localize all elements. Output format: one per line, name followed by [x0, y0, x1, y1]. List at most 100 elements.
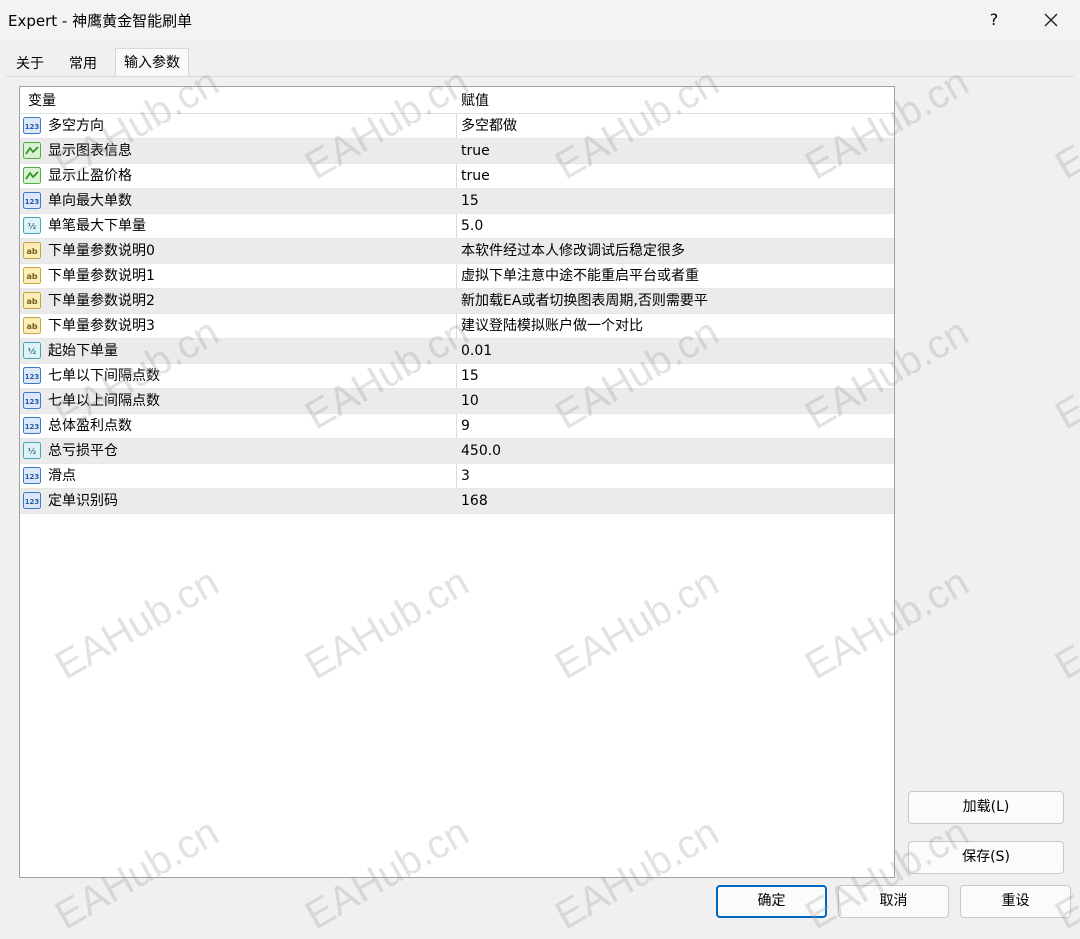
- header-value[interactable]: 赋值: [461, 87, 489, 113]
- svg-text:123: 123: [25, 498, 40, 506]
- param-value[interactable]: 3: [461, 464, 470, 489]
- table-row[interactable]: ½ 起始下单量 0.01: [20, 339, 894, 364]
- table-row[interactable]: 123 定单识别码 168: [20, 489, 894, 514]
- param-value[interactable]: true: [461, 164, 490, 189]
- table-row[interactable]: ab 下单量参数说明1 虚拟下单注意中途不能重启平台或者重: [20, 264, 894, 289]
- param-name: 下单量参数说明1: [48, 268, 155, 284]
- param-value[interactable]: true: [461, 139, 490, 164]
- load-button-label: 加载(L): [962, 799, 1010, 815]
- reset-button-label: 重设: [1001, 893, 1030, 909]
- string-type-icon: ab: [23, 242, 41, 259]
- param-name: 显示止盈价格: [48, 168, 132, 184]
- table-row[interactable]: 123 七单以下间隔点数 15: [20, 364, 894, 389]
- param-value[interactable]: 本软件经过本人修改调试后稳定很多: [461, 239, 685, 264]
- tab-about[interactable]: 关于: [8, 52, 52, 76]
- title-bar: Expert - 神鹰黄金智能刷单 ?: [0, 0, 1080, 40]
- param-name: 下单量参数说明3: [48, 318, 155, 334]
- param-value[interactable]: 450.0: [461, 439, 501, 464]
- svg-text:½: ½: [28, 221, 36, 231]
- tab-inputs[interactable]: 输入参数: [115, 48, 189, 77]
- svg-text:ab: ab: [26, 322, 37, 331]
- param-value[interactable]: 多空都做: [461, 114, 517, 139]
- header-variable[interactable]: 变量: [28, 87, 56, 113]
- help-button[interactable]: ?: [978, 4, 1010, 36]
- svg-text:123: 123: [25, 398, 40, 406]
- integer-type-icon: 123: [23, 367, 41, 384]
- string-type-icon: ab: [23, 292, 41, 309]
- tab-panel-border: [6, 76, 1074, 77]
- watermark-text: EAHub.cn: [1048, 59, 1080, 189]
- param-name: 显示图表信息: [48, 143, 132, 159]
- param-name: 起始下单量: [48, 343, 118, 359]
- table-row[interactable]: ab 下单量参数说明2 新加载EA或者切换图表周期,否则需要平: [20, 289, 894, 314]
- double-type-icon: ½: [23, 342, 41, 359]
- reset-button[interactable]: 重设: [960, 885, 1071, 918]
- close-button[interactable]: [1034, 4, 1068, 36]
- svg-text:123: 123: [25, 473, 40, 481]
- grid-header: 变量 赋值: [20, 87, 894, 114]
- ok-button-label: 确定: [757, 893, 786, 909]
- integer-type-icon: 123: [23, 392, 41, 409]
- svg-text:123: 123: [25, 123, 40, 131]
- svg-text:ab: ab: [26, 247, 37, 256]
- param-name: 七单以上间隔点数: [48, 393, 160, 409]
- param-name: 下单量参数说明0: [48, 243, 155, 259]
- param-name: 下单量参数说明2: [48, 293, 155, 309]
- param-value[interactable]: 5.0: [461, 214, 483, 239]
- svg-text:123: 123: [25, 373, 40, 381]
- string-type-icon: ab: [23, 267, 41, 284]
- tab-bar: 关于 常用 输入参数: [6, 48, 1076, 77]
- param-name: 滑点: [48, 468, 76, 484]
- save-button-label: 保存(S): [962, 849, 1010, 865]
- svg-text:123: 123: [25, 423, 40, 431]
- table-row[interactable]: 显示止盈价格 true: [20, 164, 894, 189]
- param-value[interactable]: 9: [461, 414, 470, 439]
- load-button[interactable]: 加载(L): [908, 791, 1064, 824]
- table-row[interactable]: 123 单向最大单数 15: [20, 189, 894, 214]
- table-row[interactable]: ab 下单量参数说明0 本软件经过本人修改调试后稳定很多: [20, 239, 894, 264]
- svg-text:ab: ab: [26, 272, 37, 281]
- table-row[interactable]: 显示图表信息 true: [20, 139, 894, 164]
- param-name: 总体盈利点数: [48, 418, 132, 434]
- param-value[interactable]: 168: [461, 489, 488, 514]
- table-row[interactable]: ½ 总亏损平仓 450.0: [20, 439, 894, 464]
- svg-text:½: ½: [28, 446, 36, 456]
- param-value[interactable]: 15: [461, 364, 479, 389]
- param-name: 总亏损平仓: [48, 443, 118, 459]
- bool-type-icon: [23, 142, 41, 159]
- integer-type-icon: 123: [23, 417, 41, 434]
- cancel-button[interactable]: 取消: [838, 885, 949, 918]
- param-value[interactable]: 10: [461, 389, 479, 414]
- table-row[interactable]: 123 多空方向 多空都做: [20, 114, 894, 139]
- param-value[interactable]: 建议登陆模拟账户做一个对比: [461, 314, 643, 339]
- param-name: 单向最大单数: [48, 193, 132, 209]
- param-value[interactable]: 新加载EA或者切换图表周期,否则需要平: [461, 289, 708, 314]
- integer-type-icon: 123: [23, 492, 41, 509]
- svg-text:123: 123: [25, 198, 40, 206]
- cancel-button-label: 取消: [879, 893, 908, 909]
- ok-button[interactable]: 确定: [716, 885, 827, 918]
- table-row[interactable]: ab 下单量参数说明3 建议登陆模拟账户做一个对比: [20, 314, 894, 339]
- integer-type-icon: 123: [23, 192, 41, 209]
- table-row[interactable]: 123 七单以上间隔点数 10: [20, 389, 894, 414]
- param-name: 定单识别码: [48, 493, 118, 509]
- watermark-text: EAHub.cn: [1048, 559, 1080, 689]
- bool-type-icon: [23, 167, 41, 184]
- parameter-grid[interactable]: 变量 赋值 123 多空方向 多空都做 显示图表信息 true 显示止盈价格 true 123…: [19, 86, 895, 878]
- save-button[interactable]: 保存(S): [908, 841, 1064, 874]
- param-value[interactable]: 0.01: [461, 339, 492, 364]
- param-value[interactable]: 15: [461, 189, 479, 214]
- tab-common[interactable]: 常用: [61, 52, 105, 76]
- param-value[interactable]: 虚拟下单注意中途不能重启平台或者重: [461, 264, 699, 289]
- param-name: 多空方向: [48, 118, 104, 134]
- window-title: Expert - 神鹰黄金智能刷单: [8, 12, 193, 30]
- watermark-text: EAHub.cn: [1048, 309, 1080, 439]
- grid-rows: 123 多空方向 多空都做显示图表信息 true 显示止盈价格 true 123 单向最大单数…: [20, 114, 894, 514]
- double-type-icon: ½: [23, 442, 41, 459]
- table-row[interactable]: 123 滑点 3: [20, 464, 894, 489]
- table-row[interactable]: 123 总体盈利点数 9: [20, 414, 894, 439]
- param-name: 七单以下间隔点数: [48, 368, 160, 384]
- table-row[interactable]: ½ 单笔最大下单量 5.0: [20, 214, 894, 239]
- close-icon: [1044, 13, 1058, 27]
- svg-text:½: ½: [28, 346, 36, 356]
